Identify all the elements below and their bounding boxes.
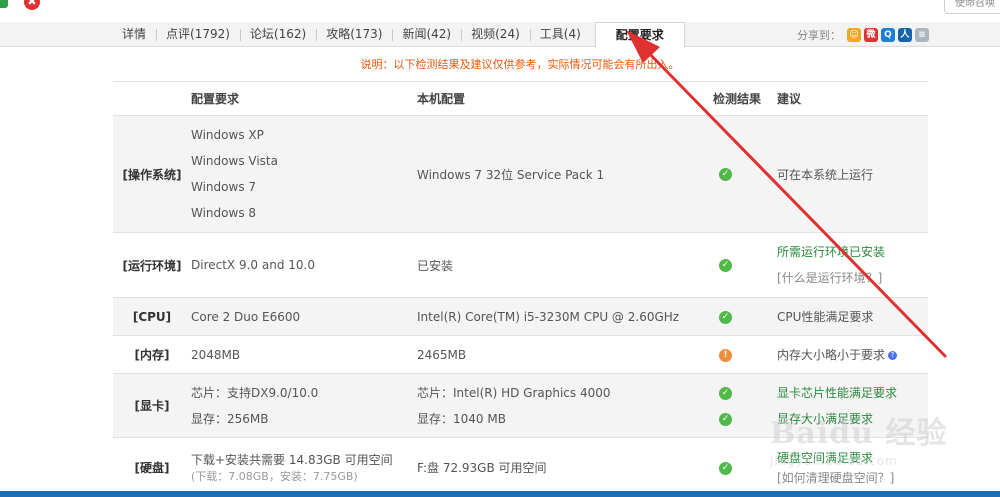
required-cpu: Core 2 Duo E6600 — [191, 297, 417, 336]
check-pass-icon: ✓ — [719, 259, 732, 272]
share-label: 分享到： — [797, 28, 841, 42]
tab-details[interactable]: 详情 — [112, 22, 156, 47]
table-row-os: [操作系统] Windows XP Windows Vista Windows … — [113, 115, 928, 233]
advice-cpu: CPU性能满足要求 — [777, 297, 928, 336]
warning-icon: ! — [719, 348, 732, 362]
check-pass-icon: ✓ — [719, 168, 732, 181]
disclaimer-notice: 说明：以下检测结果及建议仅供参考，实际情况可能会有所出入。 — [360, 58, 680, 71]
check-pass-icon: ✓ — [719, 310, 732, 324]
result-memory: ! — [713, 335, 777, 374]
advice-memory-text: 内存大小略小于要求 — [777, 348, 886, 362]
renren-icon[interactable]: 人 — [898, 27, 912, 42]
share-bar: 分享到： ☺ 微 Q 人 ≡ — [797, 22, 932, 47]
tab-videos[interactable]: 视频(24) — [461, 22, 530, 47]
required-os-item: Windows Vista — [191, 154, 278, 168]
result-disk: ✓ — [713, 437, 777, 497]
required-gpu: 芯片：支持DX9.0/10.0 显存：256MB — [191, 373, 417, 438]
check-pass-icon: ✓ — [719, 461, 732, 475]
tab-tools[interactable]: 工具(4) — [529, 22, 591, 47]
help-icon[interactable]: ? — [888, 351, 898, 360]
qzone-icon[interactable]: ☺ — [847, 27, 861, 42]
table-row-runtime: [运行环境] DirectX 9.0 and 10.0 已安装 ✓ 所需运行环境… — [113, 232, 928, 298]
required-gpu-vram: 显存：256MB — [191, 411, 269, 426]
advice-memory: 内存大小略小于要求? — [777, 335, 928, 374]
header-advice: 建议 — [777, 81, 928, 116]
header-local: 本机配置 — [417, 81, 713, 116]
header-result: 检测结果 — [713, 81, 777, 116]
local-gpu-chip: 芯片：Intel(R) HD Graphics 4000 — [417, 385, 611, 400]
result-cpu: ✓ — [713, 297, 777, 336]
tab-forum[interactable]: 论坛(162) — [239, 22, 316, 47]
table-row-memory: [内存] 2048MB 2465MB ! 内存大小略小于要求? — [113, 335, 928, 374]
header-category — [113, 81, 191, 116]
close-icon[interactable]: ✖ — [24, 0, 40, 10]
result-os: ✓ — [713, 115, 777, 233]
local-gpu: 芯片：Intel(R) HD Graphics 4000 显存：1040 MB — [417, 373, 713, 438]
local-os: Windows 7 32位 Service Pack 1 — [417, 115, 713, 233]
category-gpu: [显卡] — [113, 373, 191, 438]
required-runtime: DirectX 9.0 and 10.0 — [191, 232, 417, 298]
category-disk: [硬盘] — [113, 437, 191, 497]
app-logo-icon — [0, 0, 8, 8]
header-required: 配置要求 — [191, 81, 417, 116]
required-os: Windows XP Windows Vista Windows 7 Windo… — [191, 115, 417, 233]
advice-runtime: 所需运行环境已安装 [什么是运行环境？] — [777, 232, 928, 298]
tab-news[interactable]: 新闻(42) — [392, 22, 461, 47]
advice-runtime-text: 所需运行环境已安装 — [777, 245, 886, 259]
tab-guides[interactable]: 攻略(173) — [316, 22, 392, 47]
game-title-button[interactable]: 使命召唤 — [944, 0, 1000, 14]
more-share-icon[interactable]: ≡ — [915, 27, 929, 42]
advice-gpu-chip: 显卡芯片性能满足要求 — [777, 385, 898, 400]
tencent-weibo-icon[interactable]: Q — [881, 27, 895, 42]
category-os: [操作系统] — [113, 115, 191, 233]
required-disk-detail: (下载：7.08GB，安装：7.75GB) — [191, 469, 358, 483]
local-memory: 2465MB — [417, 335, 713, 374]
tab-bar: 详情 点评(1792) 论坛(162) 攻略(173) 新闻(42) 视频(24… — [0, 21, 1000, 48]
required-os-item: Windows 7 — [191, 180, 257, 194]
tab-requirements[interactable]: 配置要求 — [594, 21, 685, 48]
required-memory: 2048MB — [191, 335, 417, 374]
required-gpu-chip: 芯片：支持DX9.0/10.0 — [191, 385, 319, 400]
check-pass-icon: ✓ — [719, 386, 732, 400]
tab-reviews[interactable]: 点评(1792) — [156, 22, 240, 47]
watermark-sub: jingyan.baidu.com — [770, 454, 898, 468]
tab-list: 详情 点评(1792) 论坛(162) 攻略(173) 新闻(42) 视频(24… — [112, 21, 685, 48]
what-is-runtime-link[interactable]: [什么是运行环境？] — [777, 265, 928, 291]
check-pass-icon: ✓ — [719, 412, 732, 426]
sina-weibo-icon[interactable]: 微 — [864, 27, 878, 42]
bottom-bar — [0, 491, 1000, 497]
advice-os: 可在本系统上运行 — [777, 115, 928, 233]
result-runtime: ✓ — [713, 232, 777, 298]
required-os-item: Windows XP — [191, 128, 264, 142]
category-cpu: [CPU] — [113, 297, 191, 336]
baidu-watermark: Baidu 经验 jingyan.baidu.com — [770, 408, 980, 483]
table-header-row: 配置要求 本机配置 检测结果 建议 — [113, 81, 928, 116]
top-strip: ✖ 使命召唤 — [0, 0, 1000, 20]
result-gpu: ✓ ✓ — [713, 373, 777, 438]
category-runtime: [运行环境] — [113, 232, 191, 298]
local-disk: F:盘 72.93GB 可用空间 — [417, 437, 713, 497]
required-os-item: Windows 8 — [191, 206, 257, 220]
watermark-main: Baidu 经验 — [770, 416, 948, 451]
local-gpu-vram: 显存：1040 MB — [417, 411, 506, 426]
local-runtime: 已安装 — [417, 232, 713, 298]
required-disk: 下载+安装共需要 14.83GB 可用空间 (下载：7.08GB，安装：7.75… — [191, 437, 417, 497]
category-memory: [内存] — [113, 335, 191, 374]
required-disk-text: 下载+安装共需要 14.83GB 可用空间 — [191, 452, 393, 467]
table-row-cpu: [CPU] Core 2 Duo E6600 Intel(R) Core(TM)… — [113, 297, 928, 336]
local-cpu: Intel(R) Core(TM) i5-3230M CPU @ 2.60GHz — [417, 297, 713, 336]
